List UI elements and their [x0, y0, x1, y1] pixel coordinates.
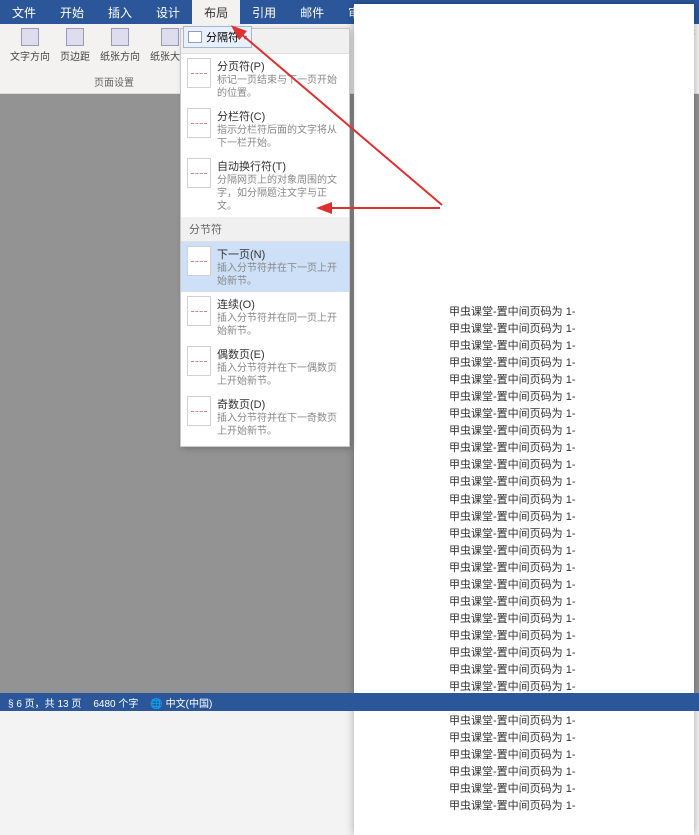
status-words[interactable]: 6480 个字 [93, 695, 138, 710]
document-line: 甲虫课堂-置中间页码为 1- [449, 440, 674, 457]
document-line: 甲虫课堂-置中间页码为 1- [449, 747, 674, 764]
menu-even-page[interactable]: 偶数页(E)插入分节符并在下一偶数页上开始新节。 [181, 342, 349, 392]
document-line: 甲虫课堂-置中间页码为 1- [449, 543, 674, 560]
document-line: 甲虫课堂-置中间页码为 1- [449, 645, 674, 662]
menu-page-break[interactable]: 分页符(P)标记一页结束与下一页开始的位置。 [181, 54, 349, 104]
orientation-button[interactable]: 纸张方向 [96, 26, 144, 65]
document-line: 甲虫课堂-置中间页码为 1- [449, 338, 674, 355]
breaks-icon [188, 31, 202, 43]
document-line: 甲虫课堂-置中间页码为 1- [449, 764, 674, 781]
tab-file[interactable]: 文件 [0, 0, 48, 24]
document-line: 甲虫课堂-置中间页码为 1- [449, 628, 674, 645]
document-line: 甲虫课堂-置中间页码为 1- [449, 492, 674, 509]
section-breaks-header: 分节符 [181, 217, 349, 242]
text-wrap-icon [187, 158, 211, 188]
document-line: 甲虫课堂-置中间页码为 1- [449, 781, 674, 798]
continuous-icon [187, 296, 211, 326]
status-lang[interactable]: 🌐 中文(中国) [150, 695, 212, 710]
document-line: 甲虫课堂-置中间页码为 1- [449, 798, 674, 815]
document-line: 甲虫课堂-置中间页码为 1- [449, 577, 674, 594]
tab-references[interactable]: 引用 [240, 0, 288, 24]
breaks-dropdown: 分页符 分页符(P)标记一页结束与下一页开始的位置。 分栏符(C)指示分栏符后面… [180, 28, 350, 447]
document-line: 甲虫课堂-置中间页码为 1- [449, 594, 674, 611]
document-line: 甲虫课堂-置中间页码为 1- [449, 474, 674, 491]
document-line: 甲虫课堂-置中间页码为 1- [449, 321, 674, 338]
chevron-down-icon: ▾ [243, 33, 247, 42]
tab-insert[interactable]: 插入 [96, 0, 144, 24]
document-line: 甲虫课堂-置中间页码为 1- [449, 355, 674, 372]
document-line: 甲虫课堂-置中间页码为 1- [449, 611, 674, 628]
document-line: 甲虫课堂-置中间页码为 1- [449, 304, 674, 321]
menu-text-wrap[interactable]: 自动换行符(T)分隔网页上的对象周围的文字，如分隔题注文字与正文。 [181, 154, 349, 217]
document-line: 甲虫课堂-置中间页码为 1- [449, 713, 674, 730]
tab-mail[interactable]: 邮件 [288, 0, 336, 24]
column-break-icon [187, 108, 211, 138]
document-line: 甲虫课堂-置中间页码为 1- [449, 560, 674, 577]
next-page-icon [187, 246, 211, 276]
document-line: 甲虫课堂-置中间页码为 1- [449, 457, 674, 474]
breaks-label: 分隔符 [206, 29, 239, 45]
document-line: 甲虫课堂-置中间页码为 1- [449, 389, 674, 406]
even-page-icon [187, 346, 211, 376]
odd-page-icon [187, 396, 211, 426]
tab-layout[interactable]: 布局 [192, 0, 240, 24]
status-bar: § 6 页，共 13 页 6480 个字 🌐 中文(中国) [0, 693, 699, 711]
tab-design[interactable]: 设计 [144, 0, 192, 24]
menu-next-page[interactable]: 下一页(N)插入分节符并在下一页上开始新节。 [181, 242, 349, 292]
document-line: 甲虫课堂-置中间页码为 1- [449, 423, 674, 440]
document-line: 甲虫课堂-置中间页码为 1- [449, 526, 674, 543]
document-line: 甲虫课堂-置中间页码为 1- [449, 406, 674, 423]
breaks-button[interactable]: 分隔符 ▾ [183, 26, 252, 48]
status-page[interactable]: § 6 页，共 13 页 [8, 695, 81, 710]
document-line: 甲虫课堂-置中间页码为 1- [449, 372, 674, 389]
document-line: 甲虫课堂-置中间页码为 1- [449, 662, 674, 679]
menu-column-break[interactable]: 分栏符(C)指示分栏符后面的文字将从下一栏开始。 [181, 104, 349, 154]
margins-button[interactable]: 页边距 [56, 26, 94, 65]
page-setup-label: 页面设置 [94, 74, 134, 91]
page-break-icon [187, 58, 211, 88]
tab-home[interactable]: 开始 [48, 0, 96, 24]
document-line: 甲虫课堂-置中间页码为 1- [449, 730, 674, 747]
menu-continuous[interactable]: 连续(O)插入分节符并在同一页上开始新节。 [181, 292, 349, 342]
text-direction-button[interactable]: 文字方向 [6, 26, 54, 65]
menu-odd-page[interactable]: 奇数页(D)插入分节符并在下一奇数页上开始新节。 [181, 392, 349, 442]
document-line: 甲虫课堂-置中间页码为 1- [449, 509, 674, 526]
